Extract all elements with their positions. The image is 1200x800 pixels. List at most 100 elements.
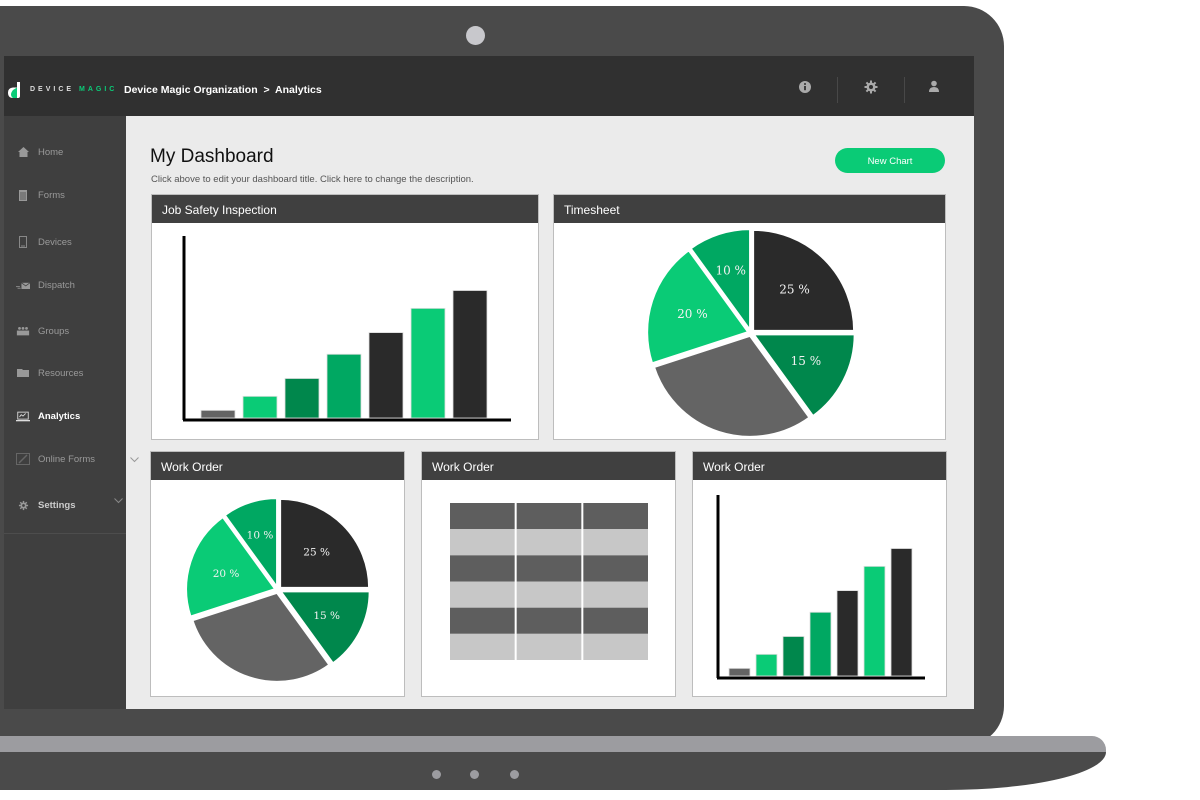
pie-label: 10 %: [247, 530, 274, 542]
card-title: Work Order: [151, 452, 404, 480]
chart-card[interactable]: Job Safety Inspection: [151, 194, 539, 440]
base-dot: [510, 770, 519, 779]
pie-label: 10 %: [715, 264, 746, 278]
sidebar-item-online-forms[interactable]: Online Forms: [4, 449, 126, 469]
sidebar-item-label: Devices: [38, 236, 72, 248]
sidebar-item-label: Dispatch: [38, 279, 75, 291]
table-chart: [450, 503, 648, 660]
gear-icon[interactable]: [862, 78, 880, 96]
bar: [836, 590, 859, 677]
sidebar-item-label: Settings: [38, 499, 76, 511]
table-cell: [516, 503, 582, 530]
page-description[interactable]: Click above to edit your dashboard title…: [151, 174, 474, 185]
sidebar-item-settings[interactable]: Settings: [4, 495, 126, 515]
device-magic-logo[interactable]: DEVICE MAGIC: [8, 82, 118, 98]
folder-icon: [16, 366, 30, 380]
pie-label: 20 %: [213, 568, 240, 580]
sidebar-item-groups[interactable]: Groups: [4, 321, 126, 341]
sidebar-item-analytics[interactable]: Analytics: [4, 406, 126, 426]
pie-slice: [752, 228, 856, 332]
camera-dot: [466, 26, 485, 45]
chart-card[interactable]: Work Order: [421, 451, 676, 697]
bar: [728, 667, 751, 677]
card-title: Work Order: [693, 452, 946, 480]
bar: [284, 378, 320, 419]
pie-label: 15 %: [313, 610, 340, 622]
group-icon: [16, 324, 30, 338]
table-cell: [450, 529, 515, 556]
bar: [368, 332, 404, 419]
table-cell: [583, 607, 648, 634]
base-dot: [432, 770, 441, 779]
pie-label: 25 %: [779, 282, 810, 296]
table-cell: [583, 581, 648, 608]
bar: [890, 548, 913, 677]
topbar-divider: [837, 77, 838, 103]
envelope-icon: [16, 278, 30, 292]
sidebar-item-label: Home: [38, 146, 64, 158]
chevron-down-icon[interactable]: [130, 457, 139, 463]
online-forms-icon: [16, 452, 30, 466]
bar: [809, 611, 832, 677]
pie-chart: 25 % 15 % 20 % 10 %: [185, 497, 371, 683]
bar: [410, 307, 446, 419]
pie-label: 20 %: [677, 307, 708, 321]
chart-card[interactable]: Work Order: [692, 451, 947, 697]
bar: [200, 409, 236, 419]
table-cell: [516, 529, 582, 556]
phone-icon: [16, 235, 30, 249]
chevron-down-icon[interactable]: [114, 498, 123, 504]
sidebar-item-label: Forms: [38, 189, 65, 201]
new-chart-button[interactable]: New Chart: [835, 148, 945, 173]
table-cell: [450, 633, 515, 660]
laptop-base-stripe: [0, 736, 1106, 752]
base-dot: [470, 770, 479, 779]
table-cell: [583, 529, 648, 556]
sidebar-item-label: Analytics: [38, 410, 81, 422]
bar: [242, 395, 278, 419]
user-icon[interactable]: [925, 78, 943, 96]
sidebar-item-devices[interactable]: Devices: [4, 232, 126, 252]
info-icon[interactable]: [796, 78, 814, 96]
laptop-base: [0, 752, 1106, 790]
bar: [863, 565, 886, 677]
bar: [326, 353, 362, 419]
table-cell: [450, 503, 515, 530]
card-title: Work Order: [422, 452, 675, 480]
sidebar-item-resources[interactable]: Resources: [4, 363, 126, 383]
page-title[interactable]: My Dashboard: [150, 146, 274, 168]
bar-chart: [716, 495, 925, 680]
pie-label: 25 %: [303, 546, 330, 558]
pie-chart: 25 % 15 % 20 % 10 %: [646, 228, 856, 438]
breadcrumb[interactable]: Device Magic Organization > Analytics: [124, 84, 322, 96]
sidebar-item-label: Resources: [38, 367, 84, 379]
table-cell: [450, 555, 515, 582]
logo-text: DEVICE MAGIC: [30, 86, 118, 93]
chart-card[interactable]: Work Order 25 % 15 % 20 % 10 %: [150, 451, 405, 697]
analytics-icon: [16, 409, 30, 423]
sidebar-item-label: Online Forms: [38, 453, 96, 465]
top-bar: DEVICE MAGIC Device Magic Organization >…: [4, 56, 974, 116]
sidebar-item-dispatch[interactable]: Dispatch: [4, 275, 126, 295]
table-cell: [516, 633, 582, 660]
card-title: Job Safety Inspection: [152, 195, 538, 223]
table-cell: [450, 581, 515, 608]
gear-icon: [16, 498, 30, 512]
sidebar-item-home[interactable]: Home: [4, 142, 126, 162]
logo-mark-icon: [8, 82, 22, 98]
document-icon: [16, 188, 30, 202]
home-icon: [16, 145, 30, 159]
screen: DEVICE MAGIC Device Magic Organization >…: [4, 56, 974, 709]
sidebar-divider: [4, 533, 126, 534]
pie-slice: [279, 497, 371, 589]
pie-label: 15 %: [791, 354, 822, 368]
card-title: Timesheet: [554, 195, 945, 223]
table-cell: [516, 607, 582, 634]
sidebar-item-label: Groups: [38, 325, 70, 337]
chart-card[interactable]: Timesheet 25 % 15 % 20 % 10 %: [553, 194, 946, 440]
sidebar-item-forms[interactable]: Forms: [4, 185, 126, 205]
sidebar: Home Forms Devices Dispatch Groups Resou…: [4, 116, 126, 709]
table-cell: [583, 503, 648, 530]
table-cell: [583, 633, 648, 660]
table-cell: [583, 555, 648, 582]
